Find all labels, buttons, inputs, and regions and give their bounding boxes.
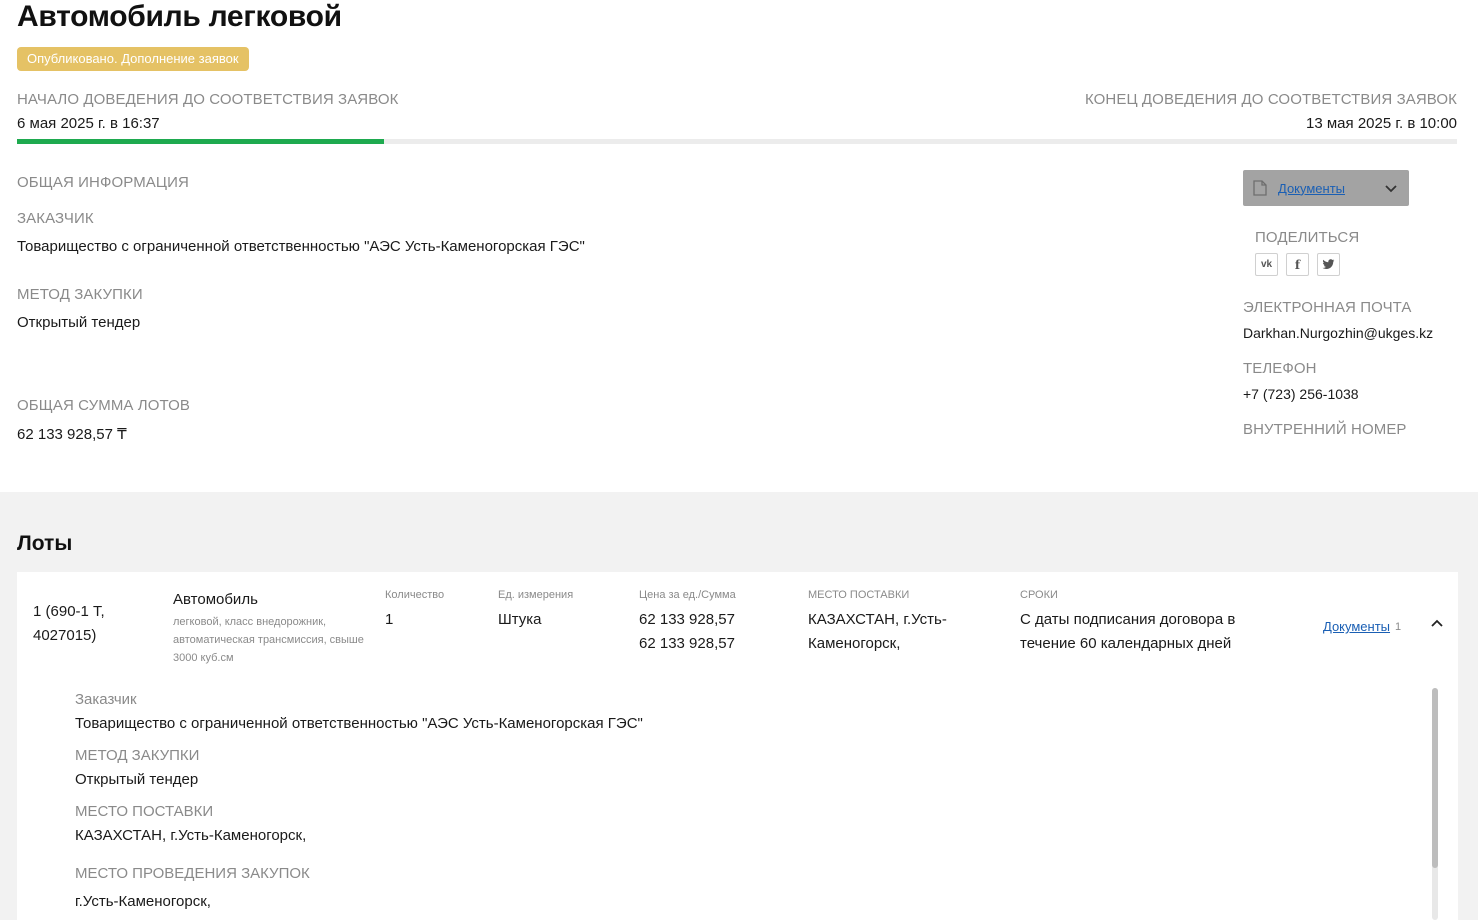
lot-procurement-place-value: г.Усть-Каменогорск, [75, 893, 211, 910]
procurement-method-value: Открытый тендер [17, 314, 141, 331]
lot-customer-value: Товарищество с ограниченной ответственно… [75, 715, 643, 732]
lot-delivery-value: КАЗАХСТАН, г.Усть-Каменогорск, [75, 827, 307, 844]
end-date-label: КОНЕЦ ДОВЕДЕНИЯ ДО СООТВЕТСТВИЯ ЗАЯВОК [1084, 91, 1457, 108]
unit-price-value: 62 133 928,57 [639, 611, 735, 628]
general-info-heading: ОБЩАЯ ИНФОРМАЦИЯ [17, 174, 189, 191]
facebook-share-button[interactable]: f [1286, 253, 1309, 276]
lot-method-value: Открытый тендер [75, 771, 199, 788]
phone-value: +7 (723) 256-1038 [1243, 386, 1359, 402]
delivery-place-value: КАЗАХСТАН, г.Усть- Каменогорск, [808, 608, 947, 656]
start-date-label: НАЧАЛО ДОВЕДЕНИЯ ДО СООТВЕТСТВИЯ ЗАЯВОК [17, 91, 399, 108]
lot-details-scrollbar[interactable] [1432, 688, 1438, 920]
terms-line2: течение 60 календарных дней [1020, 635, 1232, 652]
share-label: ПОДЕЛИТЬСЯ [1255, 229, 1360, 246]
lots-section: Лоты 1 (690-1 Т, 4027015) Автомобиль лег… [0, 492, 1478, 920]
unit-value: Штука [498, 611, 542, 628]
vk-icon: vk [1260, 259, 1273, 270]
lot-number-line1: 1 (690-1 Т, [33, 603, 105, 620]
lot-description: легковой, класс внедорожник, автоматичес… [173, 616, 364, 664]
timeline-progress-fill [17, 139, 385, 144]
terms-line1: С даты подписания договора в [1020, 611, 1236, 628]
procurement-method-label: МЕТОД ЗАКУПКИ [17, 286, 143, 303]
chevron-up-icon[interactable] [1429, 616, 1445, 632]
lot-documents-count: 1 [1395, 621, 1402, 633]
lot-documents-link[interactable]: Документы [1323, 619, 1390, 634]
lot-number: 1 (690-1 Т, 4027015) [33, 600, 153, 648]
status-badge: Опубликовано. Дополнение заявок [17, 47, 249, 71]
total-price-value: 62 133 928,57 [639, 635, 735, 652]
lot-card: 1 (690-1 Т, 4027015) Автомобиль легковой… [17, 572, 1458, 920]
email-value: Darkhan.Nurgozhin@ukges.kz [1243, 325, 1434, 341]
twitter-icon [1322, 259, 1335, 269]
lot-number-line2: 4027015) [33, 627, 97, 644]
page-title: Автомобиль легковой [17, 0, 342, 33]
documents-link[interactable]: Документы [1278, 181, 1345, 196]
customer-label: ЗАКАЗЧИК [17, 210, 94, 227]
end-date-value: 13 мая 2025 г. в 10:00 [1306, 115, 1457, 132]
terms-header: СРОКИ [1020, 589, 1058, 601]
facebook-icon: f [1294, 257, 1301, 272]
lot-customer-label: Заказчик [75, 691, 137, 708]
timeline-progress-bar [17, 139, 1457, 144]
lot-delivery-label: МЕСТО ПОСТАВКИ [75, 803, 214, 820]
price-values: 62 133 928,57 62 133 928,57 [639, 608, 735, 656]
tender-header-section: Автомобиль легковой Опубликовано. Дополн… [0, 0, 1478, 492]
delivery-place-line1: КАЗАХСТАН, г.Усть- [808, 611, 947, 628]
total-lots-sum-value: 62 133 928,57 ₸ [17, 426, 127, 443]
lot-procurement-place-label: МЕСТО ПРОВЕДЕНИЯ ЗАКУПОК [75, 865, 310, 882]
phone-label: ТЕЛЕФОН [1243, 360, 1317, 377]
document-icon [1253, 180, 1267, 196]
lot-method-label: МЕТОД ЗАКУПКИ [75, 747, 200, 764]
internal-number-label: ВНУТРЕННИЙ НОМЕР [1243, 421, 1407, 438]
price-header: Цена за ед./Сумма [639, 589, 736, 601]
delivery-place-header: МЕСТО ПОСТАВКИ [808, 589, 910, 601]
documents-dropdown-button[interactable]: Документы [1243, 170, 1409, 206]
terms-value: С даты подписания договора в течение 60 … [1020, 608, 1235, 656]
start-date-value: 6 мая 2025 г. в 16:37 [17, 115, 160, 132]
chevron-down-icon [1385, 185, 1397, 193]
unit-header: Ед. измерения [498, 589, 574, 601]
email-label: ЭЛЕКТРОННАЯ ПОЧТА [1243, 299, 1412, 316]
twitter-share-button[interactable] [1317, 253, 1340, 276]
quantity-header: Количество [385, 589, 445, 601]
customer-value: Товарищество с ограниченной ответственно… [17, 238, 585, 255]
lots-heading: Лоты [17, 532, 73, 555]
lot-name: Автомобиль [173, 591, 258, 608]
delivery-place-line2: Каменогорск, [808, 635, 901, 652]
scrollbar-thumb[interactable] [1432, 688, 1438, 868]
vk-share-button[interactable]: vk [1255, 253, 1278, 276]
total-lots-sum-label: ОБЩАЯ СУММА ЛОТОВ [17, 397, 190, 414]
quantity-value: 1 [385, 611, 394, 628]
